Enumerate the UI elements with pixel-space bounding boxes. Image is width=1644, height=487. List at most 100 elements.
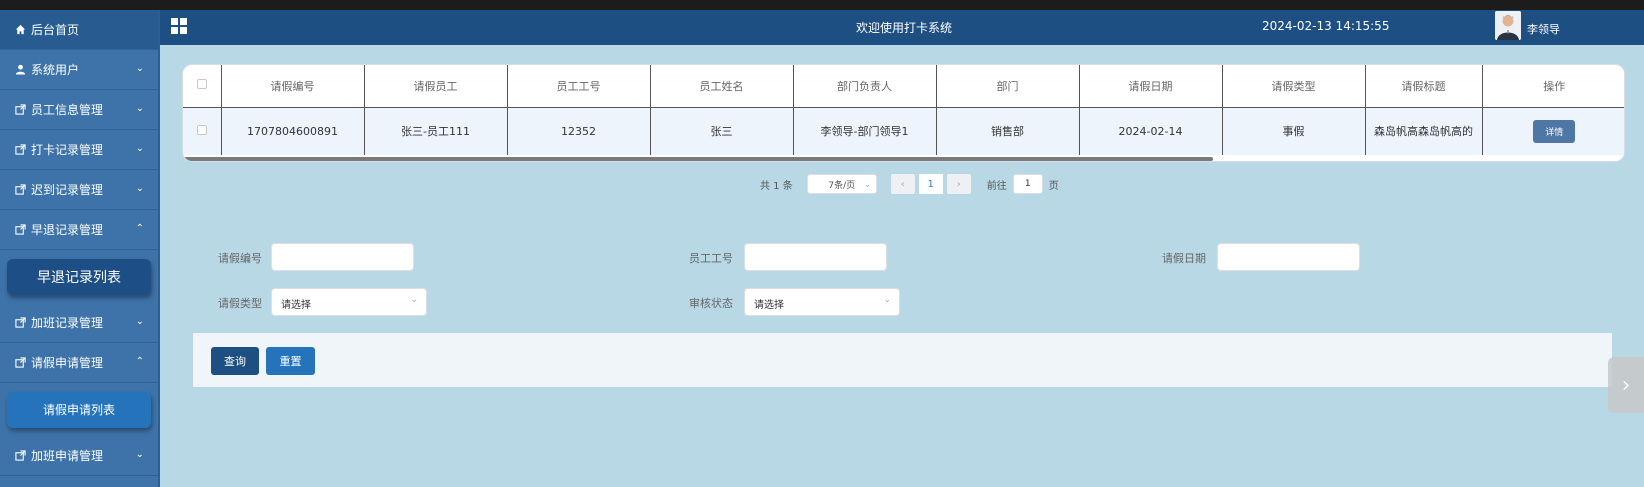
external-link-icon <box>14 450 26 462</box>
sidebar-item-early-leave-records[interactable]: 早退记录管理 ⌃ <box>0 210 158 250</box>
review-status-value: 请选择 <box>754 300 784 311</box>
row-checkbox[interactable] <box>183 107 222 155</box>
chevron-down-icon: ⌄ <box>135 103 144 114</box>
goto-suffix: 页 <box>1048 180 1059 192</box>
column-header: 请假日期 <box>1079 65 1223 108</box>
home-icon <box>14 24 26 36</box>
sidebar: 后台首页 系统用户 ⌄ 员工信息管理 ⌄ 打卡记录管理 ⌄ 迟到记录管理 ⌄ 早… <box>0 10 160 487</box>
chevron-down-icon: ⌄ <box>883 295 891 305</box>
table-cell: 12352 <box>507 107 651 155</box>
leave-no-input[interactable] <box>271 243 414 271</box>
avatar[interactable] <box>1495 11 1521 40</box>
column-header: 请假标题 <box>1365 65 1483 108</box>
sidebar-item-home[interactable]: 后台首页 <box>0 10 158 50</box>
leave-requests-table: 请假编号 请假员工 员工工号 员工姓名 部门负责人 部门 请假日期 请假类型 请… <box>182 64 1625 162</box>
page-size-select[interactable]: 7条/页 ⌄ <box>806 174 877 194</box>
external-link-icon <box>14 144 26 156</box>
emp-no-label: 员工工号 <box>689 252 733 265</box>
table-cell: 张三-员工111 <box>364 107 508 155</box>
sidebar-item-label: 加班记录管理 <box>31 316 104 330</box>
external-link-icon <box>14 357 26 369</box>
column-header: 员工姓名 <box>650 65 794 108</box>
emp-no-input[interactable] <box>744 243 887 271</box>
sidebar-item-clock-records[interactable]: 打卡记录管理 ⌄ <box>0 130 158 170</box>
page-size-value: 7条/页 <box>828 180 856 191</box>
column-header: 请假类型 <box>1222 65 1366 108</box>
table-row: 1707804600891 张三-员工111 12352 张三 李领导-部门领导… <box>183 107 1624 155</box>
sidebar-item-leave-requests[interactable]: 请假申请管理 ⌃ <box>0 343 158 383</box>
chevron-down-icon: ⌄ <box>410 295 418 305</box>
detail-button[interactable]: 详情 <box>1533 119 1576 143</box>
external-link-icon <box>14 317 26 329</box>
sidebar-item-label: 请假申请管理 <box>31 356 104 370</box>
total-count: 共 1 条 <box>760 180 793 192</box>
leave-type-value: 请选择 <box>281 300 311 311</box>
top-header: 欢迎使用打卡系统 2024-02-13 14:15:55 李领导 <box>160 10 1644 45</box>
action-bar: 查询 重置 <box>193 333 1612 387</box>
column-header: 操作 <box>1482 65 1624 108</box>
chevron-down-icon: ⌄ <box>864 179 871 189</box>
leave-date-input[interactable] <box>1217 243 1360 271</box>
submenu-container: 早退记录列表 <box>0 250 158 303</box>
pagination: 共 1 条 7条/页 ⌄ ‹ 1 › 前往 1 页 <box>760 174 1059 194</box>
window-top-strip <box>0 0 1644 10</box>
sidebar-item-label: 加班申请管理 <box>31 449 104 463</box>
submenu-leave-request-list[interactable]: 请假申请列表 <box>7 391 151 428</box>
submenu-container: 请假申请列表 <box>0 383 158 436</box>
chevron-down-icon: ⌄ <box>135 63 144 74</box>
sidebar-item-label: 系统用户 <box>31 63 80 77</box>
sidebar-item-label: 后台首页 <box>31 23 80 37</box>
column-header: 请假编号 <box>221 65 365 108</box>
column-header: 部门 <box>936 65 1080 108</box>
prev-page-button[interactable]: ‹ <box>890 174 915 194</box>
chevron-right-icon[interactable]: › <box>1608 357 1644 413</box>
sidebar-item-system-users[interactable]: 系统用户 ⌄ <box>0 50 158 90</box>
sidebar-item-late-records[interactable]: 迟到记录管理 ⌄ <box>0 170 158 210</box>
table-cell: 销售部 <box>936 107 1080 155</box>
chevron-up-icon: ⌃ <box>135 223 144 234</box>
chevron-down-icon: ⌄ <box>135 143 144 154</box>
leave-type-select[interactable]: 请选择 ⌄ <box>271 288 427 316</box>
query-button[interactable]: 查询 <box>211 347 259 375</box>
sidebar-item-employee-info[interactable]: 员工信息管理 ⌄ <box>0 90 158 130</box>
leave-date-label: 请假日期 <box>1162 252 1206 265</box>
external-link-icon <box>14 104 26 116</box>
review-status-label: 审核状态 <box>689 297 733 310</box>
review-status-select[interactable]: 请选择 ⌄ <box>744 288 900 316</box>
sidebar-item-label: 早退记录管理 <box>31 223 104 237</box>
sidebar-item-label: 迟到记录管理 <box>31 183 104 197</box>
chevron-up-icon: ⌃ <box>135 356 144 367</box>
external-link-icon <box>14 224 26 236</box>
menu-grid-icon[interactable] <box>171 18 187 34</box>
user-icon <box>14 64 26 76</box>
username[interactable]: 李领导 <box>1527 21 1560 37</box>
leave-no-label: 请假编号 <box>218 252 262 265</box>
chevron-down-icon: ⌄ <box>135 449 144 460</box>
chevron-down-icon: ⌄ <box>135 316 144 327</box>
table-cell: 森岛帆高森岛帆高的 <box>1365 107 1483 155</box>
table-cell: 1707804600891 <box>221 107 365 155</box>
page-number[interactable]: 1 <box>918 174 943 194</box>
table-header-row: 请假编号 请假员工 员工工号 员工姓名 部门负责人 部门 请假日期 请假类型 请… <box>183 65 1624 108</box>
table-cell: 2024-02-14 <box>1079 107 1223 155</box>
leave-type-label: 请假类型 <box>218 297 262 310</box>
goto-page-input[interactable]: 1 <box>1012 174 1043 194</box>
column-header: 部门负责人 <box>793 65 937 108</box>
external-link-icon <box>14 184 26 196</box>
welcome-text: 欢迎使用打卡系统 <box>856 21 953 35</box>
submenu-early-leave-list[interactable]: 早退记录列表 <box>7 258 151 295</box>
sidebar-item-overtime-requests[interactable]: 加班申请管理 ⌄ <box>0 436 158 476</box>
sidebar-item-label: 打卡记录管理 <box>31 143 104 157</box>
sidebar-item-overtime-records[interactable]: 加班记录管理 ⌄ <box>0 303 158 343</box>
next-page-button[interactable]: › <box>946 174 971 194</box>
column-header: 请假员工 <box>364 65 508 108</box>
table-cell: 张三 <box>650 107 794 155</box>
current-datetime: 2024-02-13 14:15:55 <box>1262 19 1390 33</box>
action-cell: 详情 <box>1482 107 1624 155</box>
reset-button[interactable]: 重置 <box>266 347 315 375</box>
sidebar-item-label: 员工信息管理 <box>31 103 104 117</box>
select-all-checkbox[interactable] <box>183 65 222 108</box>
table-cell: 事假 <box>1222 107 1366 155</box>
goto-label: 前往 <box>986 180 1007 192</box>
horizontal-scrollbar[interactable] <box>183 157 1213 161</box>
